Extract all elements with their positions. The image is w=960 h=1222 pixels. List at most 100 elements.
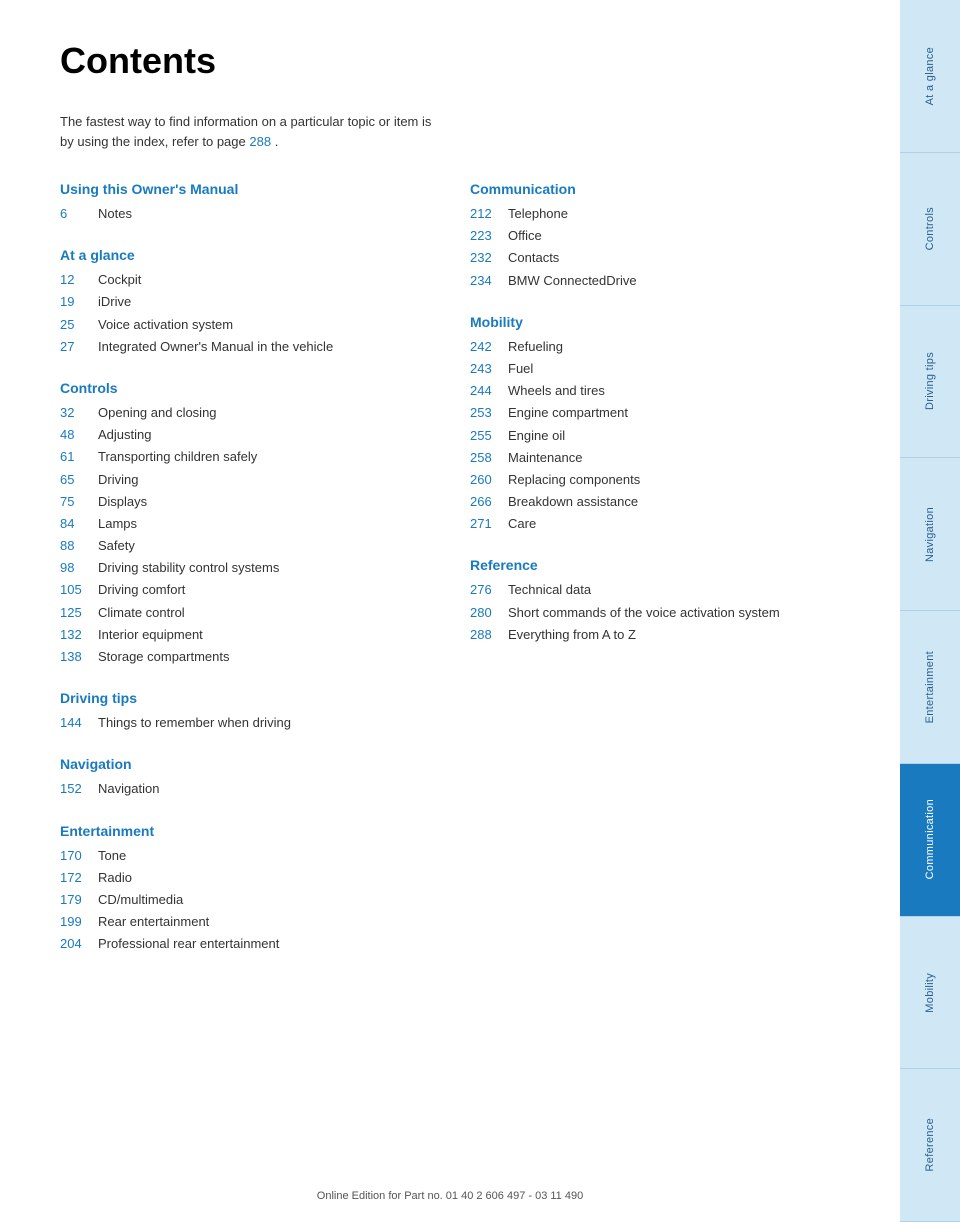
toc-number[interactable]: 144 (60, 714, 98, 732)
toc-number[interactable]: 271 (470, 515, 508, 533)
toc-label: Adjusting (98, 426, 151, 444)
toc-number[interactable]: 260 (470, 471, 508, 489)
toc-item: 212Telephone (470, 205, 820, 223)
toc-number[interactable]: 234 (470, 272, 508, 290)
toc-label: BMW ConnectedDrive (508, 272, 637, 290)
toc-number[interactable]: 75 (60, 493, 98, 511)
toc-label: Short commands of the voice activation s… (508, 604, 780, 622)
toc-number[interactable]: 25 (60, 316, 98, 334)
section-heading-at-a-glance: At a glance (60, 247, 410, 263)
toc-number[interactable]: 288 (470, 626, 508, 644)
toc-number[interactable]: 98 (60, 559, 98, 577)
toc-label: Office (508, 227, 542, 245)
toc-number[interactable]: 223 (470, 227, 508, 245)
toc-number[interactable]: 6 (60, 205, 98, 223)
toc-number[interactable]: 48 (60, 426, 98, 444)
toc-item: 242Refueling (470, 338, 820, 356)
sidebar-tab-label: At a glance (924, 47, 936, 105)
toc-number[interactable]: 125 (60, 604, 98, 622)
toc-label: Technical data (508, 581, 591, 599)
toc-label: CD/multimedia (98, 891, 183, 909)
toc-number[interactable]: 276 (470, 581, 508, 599)
toc-item: 125Climate control (60, 604, 410, 622)
toc-item: 48Adjusting (60, 426, 410, 444)
sidebar-tab-at-a-glance[interactable]: At a glance (900, 0, 960, 153)
toc-number[interactable]: 243 (470, 360, 508, 378)
toc-item: 61Transporting children safely (60, 448, 410, 466)
sidebar-tab-controls[interactable]: Controls (900, 153, 960, 306)
toc-item: 25Voice activation system (60, 316, 410, 334)
toc-item: 199Rear entertainment (60, 913, 410, 931)
toc-number[interactable]: 179 (60, 891, 98, 909)
toc-number[interactable]: 27 (60, 338, 98, 356)
sidebar-tab-label: Controls (924, 207, 936, 250)
intro-text: The fastest way to find information on a… (60, 112, 440, 151)
toc-number[interactable]: 105 (60, 581, 98, 599)
toc-number[interactable]: 253 (470, 404, 508, 422)
sidebar-tab-navigation[interactable]: Navigation (900, 458, 960, 611)
toc-label: Interior equipment (98, 626, 203, 644)
toc-number[interactable]: 88 (60, 537, 98, 555)
toc-number[interactable]: 244 (470, 382, 508, 400)
toc-number[interactable]: 61 (60, 448, 98, 466)
toc-label: Everything from A to Z (508, 626, 636, 644)
section-heading-entertainment: Entertainment (60, 823, 410, 839)
sidebar-tab-mobility[interactable]: Mobility (900, 917, 960, 1070)
toc-number[interactable]: 258 (470, 449, 508, 467)
sidebar-tab-label: Navigation (924, 507, 936, 562)
toc-number[interactable]: 138 (60, 648, 98, 666)
toc-label: Care (508, 515, 536, 533)
toc-item: 288Everything from A to Z (470, 626, 820, 644)
toc-label: Professional rear entertainment (98, 935, 279, 953)
sidebar-tab-entertainment[interactable]: Entertainment (900, 611, 960, 764)
toc-label: Integrated Owner's Manual in the vehicle (98, 338, 333, 356)
toc-number[interactable]: 280 (470, 604, 508, 622)
toc-number[interactable]: 132 (60, 626, 98, 644)
toc-label: Storage compartments (98, 648, 230, 666)
toc-number[interactable]: 172 (60, 869, 98, 887)
toc-label: Cockpit (98, 271, 141, 289)
sidebar-tab-label: Entertainment (924, 651, 936, 723)
section-heading-communication: Communication (470, 181, 820, 197)
toc-label: Driving stability control systems (98, 559, 279, 577)
toc-label: iDrive (98, 293, 131, 311)
toc-label: Climate control (98, 604, 185, 622)
toc-item: 12Cockpit (60, 271, 410, 289)
sidebar-tab-driving-tips[interactable]: Driving tips (900, 306, 960, 459)
section-heading-mobility: Mobility (470, 314, 820, 330)
toc-number[interactable]: 84 (60, 515, 98, 533)
section-heading-reference: Reference (470, 557, 820, 573)
toc-number[interactable]: 232 (470, 249, 508, 267)
toc-label: Notes (98, 205, 132, 223)
toc-label: Maintenance (508, 449, 582, 467)
toc-number[interactable]: 152 (60, 780, 98, 798)
toc-item: 84Lamps (60, 515, 410, 533)
toc-item: 234BMW ConnectedDrive (470, 272, 820, 290)
toc-number[interactable]: 199 (60, 913, 98, 931)
main-content: Contents The fastest way to find informa… (0, 0, 880, 1018)
toc-number[interactable]: 19 (60, 293, 98, 311)
sidebar-tab-communication[interactable]: Communication (900, 764, 960, 917)
toc-number[interactable]: 65 (60, 471, 98, 489)
toc-item: 243Fuel (470, 360, 820, 378)
toc-number[interactable]: 170 (60, 847, 98, 865)
sidebar-tab-label: Communication (924, 799, 936, 879)
toc-item: 223Office (470, 227, 820, 245)
section-heading-driving-tips: Driving tips (60, 690, 410, 706)
toc-item: 32Opening and closing (60, 404, 410, 422)
toc-label: Lamps (98, 515, 137, 533)
toc-number[interactable]: 32 (60, 404, 98, 422)
toc-number[interactable]: 12 (60, 271, 98, 289)
toc-number[interactable]: 266 (470, 493, 508, 511)
toc-number[interactable]: 255 (470, 427, 508, 445)
toc-number[interactable]: 204 (60, 935, 98, 953)
sidebar-tab-reference[interactable]: Reference (900, 1069, 960, 1222)
section-heading-using-owners-manual: Using this Owner's Manual (60, 181, 410, 197)
intro-page-link[interactable]: 288 (249, 134, 271, 149)
toc-label: Driving comfort (98, 581, 185, 599)
toc-item: 204Professional rear entertainment (60, 935, 410, 953)
toc-label: Voice activation system (98, 316, 233, 334)
toc-number[interactable]: 242 (470, 338, 508, 356)
intro-body: The fastest way to find information on a… (60, 114, 431, 149)
toc-number[interactable]: 212 (470, 205, 508, 223)
